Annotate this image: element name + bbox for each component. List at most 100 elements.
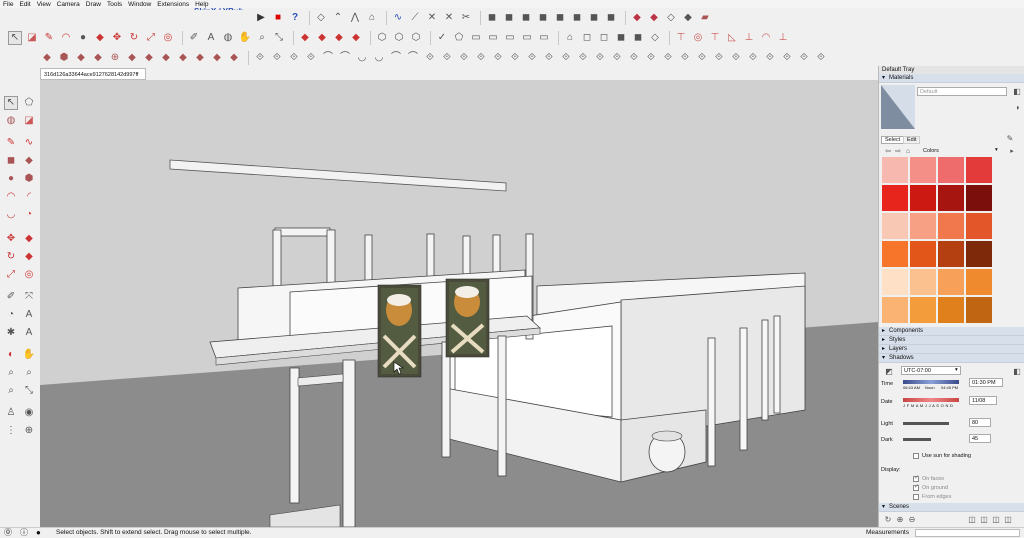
left-tape-icon[interactable]: ✐	[4, 290, 18, 304]
row3-tool-34-icon[interactable]: ⟐	[610, 51, 624, 65]
row3-tool-26-icon[interactable]: ⟐	[474, 51, 488, 65]
row3-tool-14-icon[interactable]: ⟐	[270, 51, 284, 65]
row3-tool-5-icon[interactable]: ⊕	[108, 51, 122, 65]
color-swatch[interactable]	[882, 297, 908, 323]
row3-tool-42-icon[interactable]: ⟐	[746, 51, 760, 65]
rotate-icon[interactable]: ↻	[127, 31, 141, 45]
row3-tool-31-icon[interactable]: ⟐	[559, 51, 573, 65]
dim-tool-2-icon[interactable]: ◎	[691, 31, 705, 45]
left-protractor-icon[interactable]: ◔	[4, 308, 18, 322]
color-swatch[interactable]	[938, 241, 964, 267]
fold-icon[interactable]: ⌃	[331, 11, 345, 25]
solid-tool-2-icon[interactable]: ⬡	[392, 31, 406, 45]
row3-tool-39-icon[interactable]: ⟐	[695, 51, 709, 65]
left-dimension-icon[interactable]: ⤧	[22, 290, 36, 304]
light-field[interactable]: 80	[969, 418, 991, 427]
left-circle-icon[interactable]: ●	[4, 172, 18, 186]
left-look-around-icon[interactable]: ◉	[22, 406, 36, 420]
document-tab[interactable]: 316d126a33644ace9127628142d997ff	[40, 68, 146, 80]
from-edges-checkbox[interactable]	[913, 494, 919, 500]
cube-tool-1-icon[interactable]: ◼	[485, 11, 499, 25]
curve-icon[interactable]: ∿	[391, 11, 405, 25]
color-swatch[interactable]	[910, 241, 936, 267]
zoom-extents-icon[interactable]: ⤡	[272, 31, 286, 45]
style-xray-icon[interactable]: ⌂	[563, 31, 577, 45]
left-walk-icon[interactable]: ⋮	[4, 424, 18, 438]
style-hidden-icon[interactable]: ◻	[597, 31, 611, 45]
row3-tool-44-icon[interactable]: ⟐	[780, 51, 794, 65]
style-textured-icon[interactable]: ◼	[631, 31, 645, 45]
left-move-icon[interactable]: ✥	[4, 232, 18, 246]
color-swatch[interactable]	[938, 269, 964, 295]
color-swatch[interactable]	[910, 213, 936, 239]
chevron-down-icon[interactable]: ▾	[995, 147, 998, 153]
offset-icon[interactable]: ◎	[161, 31, 175, 45]
row3-tool-46-icon[interactable]: ⟐	[814, 51, 828, 65]
left-freehand-icon[interactable]: ∿	[22, 136, 36, 150]
menu-window[interactable]: Window	[128, 1, 151, 8]
row3-tool-17-icon[interactable]: ⌒	[321, 51, 335, 65]
panel-styles[interactable]: Styles	[879, 336, 1024, 345]
iso-view-icon[interactable]: ⬠	[452, 31, 466, 45]
eraser-icon[interactable]: ◪	[25, 31, 39, 45]
cube-tool-3-icon[interactable]: ◼	[519, 11, 533, 25]
help-icon[interactable]: ?	[288, 11, 302, 25]
menu-tools[interactable]: Tools	[107, 1, 122, 8]
row3-tool-12-icon[interactable]: ◆	[227, 51, 241, 65]
left-zoom-extents-icon[interactable]: ⤡	[22, 384, 36, 398]
color-swatch[interactable]	[910, 185, 936, 211]
panel-shadows[interactable]: Shadows	[879, 354, 1024, 363]
color-swatch[interactable]	[882, 157, 908, 183]
solid-tool-3-icon[interactable]: ⬡	[409, 31, 423, 45]
row3-tool-33-icon[interactable]: ⟐	[593, 51, 607, 65]
warehouse-3-icon[interactable]: ◆	[332, 31, 346, 45]
color-swatch[interactable]	[882, 269, 908, 295]
dim-tool-7-icon[interactable]: ⊥	[776, 31, 790, 45]
home-icon[interactable]: ⌂	[901, 144, 915, 158]
cube-tool-2-icon[interactable]: ◼	[502, 11, 516, 25]
left-zoom-previous-icon[interactable]: ⌕	[4, 384, 18, 398]
line-tool-icon[interactable]: ⟋	[408, 11, 422, 25]
material-name-field[interactable]: Default	[917, 87, 1007, 96]
style-mono-icon[interactable]: ◇	[648, 31, 662, 45]
date-field[interactable]: 11/08	[969, 396, 997, 405]
color-swatch[interactable]	[966, 297, 992, 323]
modeling-viewport[interactable]	[40, 80, 878, 527]
row3-tool-8-icon[interactable]: ◆	[159, 51, 173, 65]
collection-select[interactable]: Colors	[923, 148, 939, 154]
use-sun-checkbox[interactable]	[913, 453, 919, 459]
row3-tool-10-icon[interactable]: ◆	[193, 51, 207, 65]
row3-tool-38-icon[interactable]: ⟐	[678, 51, 692, 65]
left-offset-icon[interactable]: ◎	[22, 268, 36, 282]
row3-tool-3-icon[interactable]: ◆	[74, 51, 88, 65]
shadow-details-icon[interactable]: ◧	[1010, 365, 1024, 379]
shape-tool-5-icon[interactable]: ▰	[698, 11, 712, 25]
cube-tool-4-icon[interactable]: ◼	[536, 11, 550, 25]
on-ground-checkbox[interactable]	[913, 483, 919, 491]
row3-tool-2-icon[interactable]: ⬢	[57, 51, 71, 65]
cube-tool-7-icon[interactable]: ◼	[587, 11, 601, 25]
left-rotated-rect-icon[interactable]: ◆	[22, 154, 36, 168]
color-swatch[interactable]	[966, 213, 992, 239]
left-rectangle-icon[interactable]: ◼	[4, 154, 18, 168]
dark-slider[interactable]	[903, 438, 931, 441]
left-push-pull-icon[interactable]: ◆	[22, 232, 36, 246]
scene-view-4-icon[interactable]: ◫	[1001, 513, 1015, 527]
cross-tool-icon[interactable]: ✕	[425, 11, 439, 25]
measurements-input[interactable]	[915, 529, 1020, 537]
back-view-icon[interactable]: ▭	[520, 31, 534, 45]
row3-tool-7-icon[interactable]: ◆	[142, 51, 156, 65]
row3-tool-27-icon[interactable]: ⟐	[491, 51, 505, 65]
row3-tool-15-icon[interactable]: ⟐	[287, 51, 301, 65]
left-rotate-icon[interactable]: ↻	[4, 250, 18, 264]
shape-tool-3-icon[interactable]: ◇	[664, 11, 678, 25]
dark-field[interactable]: 45	[969, 434, 991, 443]
row3-tool-25-icon[interactable]: ⟐	[457, 51, 471, 65]
row3-tool-6-icon[interactable]: ◆	[125, 51, 139, 65]
menu-edit[interactable]: Edit	[19, 1, 30, 8]
move-icon[interactable]: ✥	[110, 31, 124, 45]
row3-tool-21-icon[interactable]: ⌒	[389, 51, 403, 65]
color-swatch[interactable]	[938, 185, 964, 211]
pencil-icon[interactable]: ✎	[42, 31, 56, 45]
color-swatch[interactable]	[966, 157, 992, 183]
